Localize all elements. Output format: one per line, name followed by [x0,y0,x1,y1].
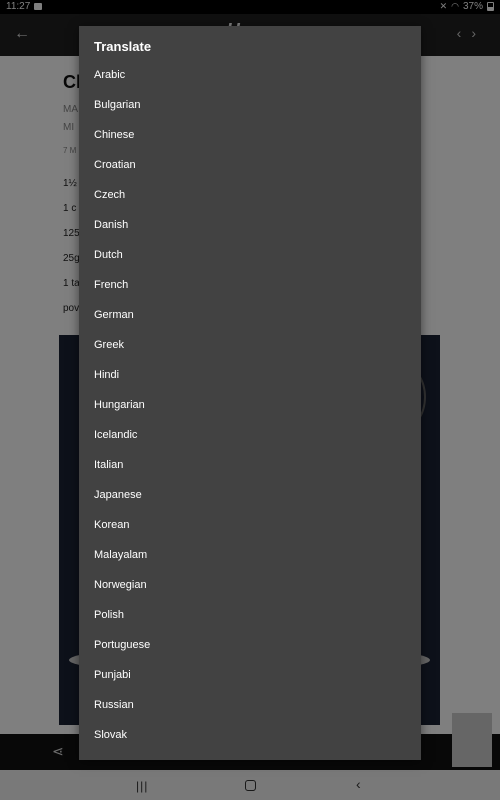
language-option[interactable]: Slovak [79,720,421,750]
language-option[interactable]: Korean [79,510,421,540]
language-option[interactable]: Hungarian [79,390,421,420]
language-option[interactable]: Norwegian [79,570,421,600]
language-option[interactable]: Punjabi [79,660,421,690]
dialog-title: Translate [94,39,152,54]
language-option[interactable]: Japanese [79,480,421,510]
language-option[interactable]: Croatian [79,150,421,180]
language-option[interactable]: Russian [79,690,421,720]
language-option[interactable]: Dutch [79,240,421,270]
language-option[interactable]: Arabic [79,60,421,90]
language-option[interactable]: French [79,270,421,300]
language-option[interactable]: Portuguese [79,630,421,660]
language-option[interactable]: Danish [79,210,421,240]
language-option[interactable]: Malayalam [79,540,421,570]
language-option[interactable]: Bulgarian [79,90,421,120]
language-option[interactable]: Czech [79,180,421,210]
language-option[interactable]: Icelandic [79,420,421,450]
language-option[interactable]: Chinese [79,120,421,150]
language-option[interactable]: German [79,300,421,330]
language-list: Arabic Bulgarian Chinese Croatian Czech … [79,60,421,750]
language-option[interactable]: Greek [79,330,421,360]
translate-dialog: Translate Arabic Bulgarian Chinese Croat… [79,26,421,760]
language-option[interactable]: Polish [79,600,421,630]
language-option[interactable]: Italian [79,450,421,480]
language-option[interactable]: Hindi [79,360,421,390]
